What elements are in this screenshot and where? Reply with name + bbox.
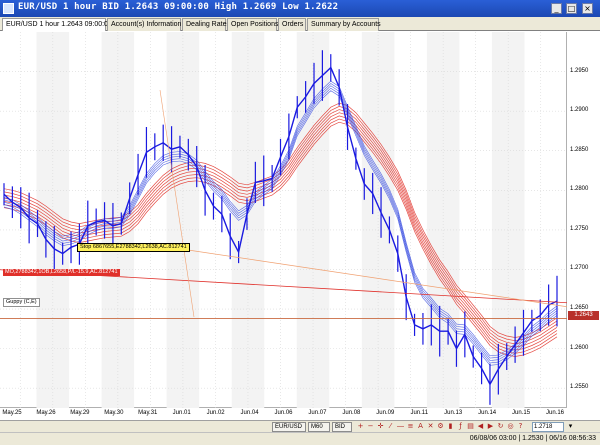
tab-summary-by-accounts[interactable]: Summary by Accounts xyxy=(307,18,381,31)
zoom-out-icon[interactable]: − xyxy=(366,422,375,431)
x-tick-label: May.31 xyxy=(138,410,158,416)
chart-toolbar: EUR/USD M60 BID + − ✛ ⁄ ― ≡ A ✕ ⚙ ▮ ƒ ▤ … xyxy=(0,420,600,432)
scroll-right-icon[interactable]: ▶ xyxy=(486,422,495,431)
y-tick-label: 1.2900 xyxy=(570,107,589,114)
price-chart[interactable] xyxy=(0,32,567,408)
status-bar: 06/08/06 03:00 | 1.2530 | 06/16 08:56:33 xyxy=(0,432,600,445)
y-tick-label: 1.2800 xyxy=(570,186,589,193)
app-icon xyxy=(3,3,14,14)
time-axis: May.25 May.26 May.29 May.30 May.31 Jun.01 Jun.… xyxy=(0,408,567,420)
x-tick-label: May.25 xyxy=(2,410,22,416)
price-input[interactable]: 1.2718 xyxy=(532,422,564,432)
session-band xyxy=(296,32,330,408)
y-tick-label: 1.2750 xyxy=(570,225,589,232)
tab-open-positions[interactable]: Open Positions xyxy=(227,18,278,31)
chart-type-icon[interactable]: ▮ xyxy=(446,422,455,431)
symbol-select[interactable]: EUR/USD xyxy=(272,422,306,432)
current-price-tag: 1.2643 xyxy=(568,310,599,320)
scroll-left-icon[interactable]: ◀ xyxy=(476,422,485,431)
settings-icon[interactable]: ⚙ xyxy=(436,422,445,431)
market-order-label[interactable]: MO,2788342,1OB,L2658,P/L-15.9,AC.812741 xyxy=(3,269,120,276)
x-tick-label: Jun.15 xyxy=(512,410,531,416)
x-tick-label: Jun.08 xyxy=(342,410,361,416)
tab-chart[interactable]: EUR/USD 1 hour 1.2643 09:00:00 xyxy=(2,18,112,31)
hline-icon[interactable]: ― xyxy=(396,422,405,431)
help-icon[interactable]: ? xyxy=(516,422,525,431)
delete-icon[interactable]: ✕ xyxy=(426,422,435,431)
window-title: EUR/USD 1 hour BID 1.2643 09:00:00 High … xyxy=(18,2,339,12)
y-tick-label: 1.2600 xyxy=(570,344,589,351)
tab-orders[interactable]: Orders xyxy=(278,18,306,31)
x-tick-label: Jun.04 xyxy=(240,410,259,416)
close-button[interactable]: × xyxy=(582,3,593,14)
stop-order-label[interactable]: Stop 6867655,E2788342,L2638,AC.812741 xyxy=(77,243,190,252)
snapshot-icon[interactable]: ◎ xyxy=(506,422,515,431)
chart-plot-area[interactable]: Stop 6867655,E2788342,L2638,AC.812741 MO… xyxy=(0,32,567,408)
indicators-icon[interactable]: ƒ xyxy=(456,422,465,431)
session-band xyxy=(426,32,460,408)
tab-bar: EUR/USD 1 hour 1.2643 09:00:00 Account(s… xyxy=(0,17,600,31)
refresh-icon[interactable]: ↻ xyxy=(496,422,505,431)
session-band xyxy=(231,32,265,408)
x-tick-label: Jun.07 xyxy=(308,410,327,416)
y-tick-label: 1.2700 xyxy=(570,265,589,272)
text-tool-icon[interactable]: A xyxy=(416,422,425,431)
session-band xyxy=(36,32,70,408)
zoom-in-icon[interactable]: + xyxy=(356,422,365,431)
x-tick-label: May.29 xyxy=(70,410,90,416)
y-tick-label: 1.2950 xyxy=(570,67,589,74)
y-tick-label: 1.2850 xyxy=(570,146,589,153)
trendline-icon[interactable]: ⁄ xyxy=(386,422,395,431)
guppy-indicator-label[interactable]: Guppy (C,E) xyxy=(3,298,40,307)
tab-dealing-rates[interactable]: Dealing Rates xyxy=(182,18,230,31)
crosshair-icon[interactable]: ✛ xyxy=(376,422,385,431)
fast-ma-line xyxy=(3,83,558,359)
x-tick-label: Jun.13 xyxy=(444,410,463,416)
x-tick-label: Jun.06 xyxy=(274,410,293,416)
window-titlebar: EUR/USD 1 hour BID 1.2643 09:00:00 High … xyxy=(0,0,600,17)
y-tick-label: 1.2550 xyxy=(570,384,589,391)
print-icon[interactable]: ▤ xyxy=(466,422,475,431)
tab-account-information[interactable]: Account(s) Information xyxy=(107,18,181,31)
x-tick-label: May.30 xyxy=(104,410,124,416)
minimize-button[interactable]: _ xyxy=(551,3,562,14)
x-tick-label: Jun.16 xyxy=(545,410,565,416)
price-axis: 1.2950 1.2900 1.2850 1.2800 1.2750 1.2700 1.26… xyxy=(567,32,600,408)
session-band xyxy=(166,32,200,408)
status-text: 06/08/06 03:00 | 1.2530 | 06/16 08:56:33 xyxy=(469,435,596,442)
price-type-select[interactable]: BID xyxy=(332,422,352,432)
timeframe-select[interactable]: M60 xyxy=(308,422,330,432)
dropdown-icon[interactable]: ▾ xyxy=(566,422,575,431)
x-tick-label: Jun.09 xyxy=(376,410,395,416)
x-tick-label: Jun.11 xyxy=(410,410,429,416)
x-tick-label: May.26 xyxy=(36,410,56,416)
x-tick-label: Jun.01 xyxy=(172,410,191,416)
fib-icon[interactable]: ≡ xyxy=(406,422,415,431)
maximize-button[interactable]: □ xyxy=(566,3,577,14)
x-tick-label: Jun.14 xyxy=(478,410,497,416)
x-tick-label: Jun.02 xyxy=(206,410,225,416)
